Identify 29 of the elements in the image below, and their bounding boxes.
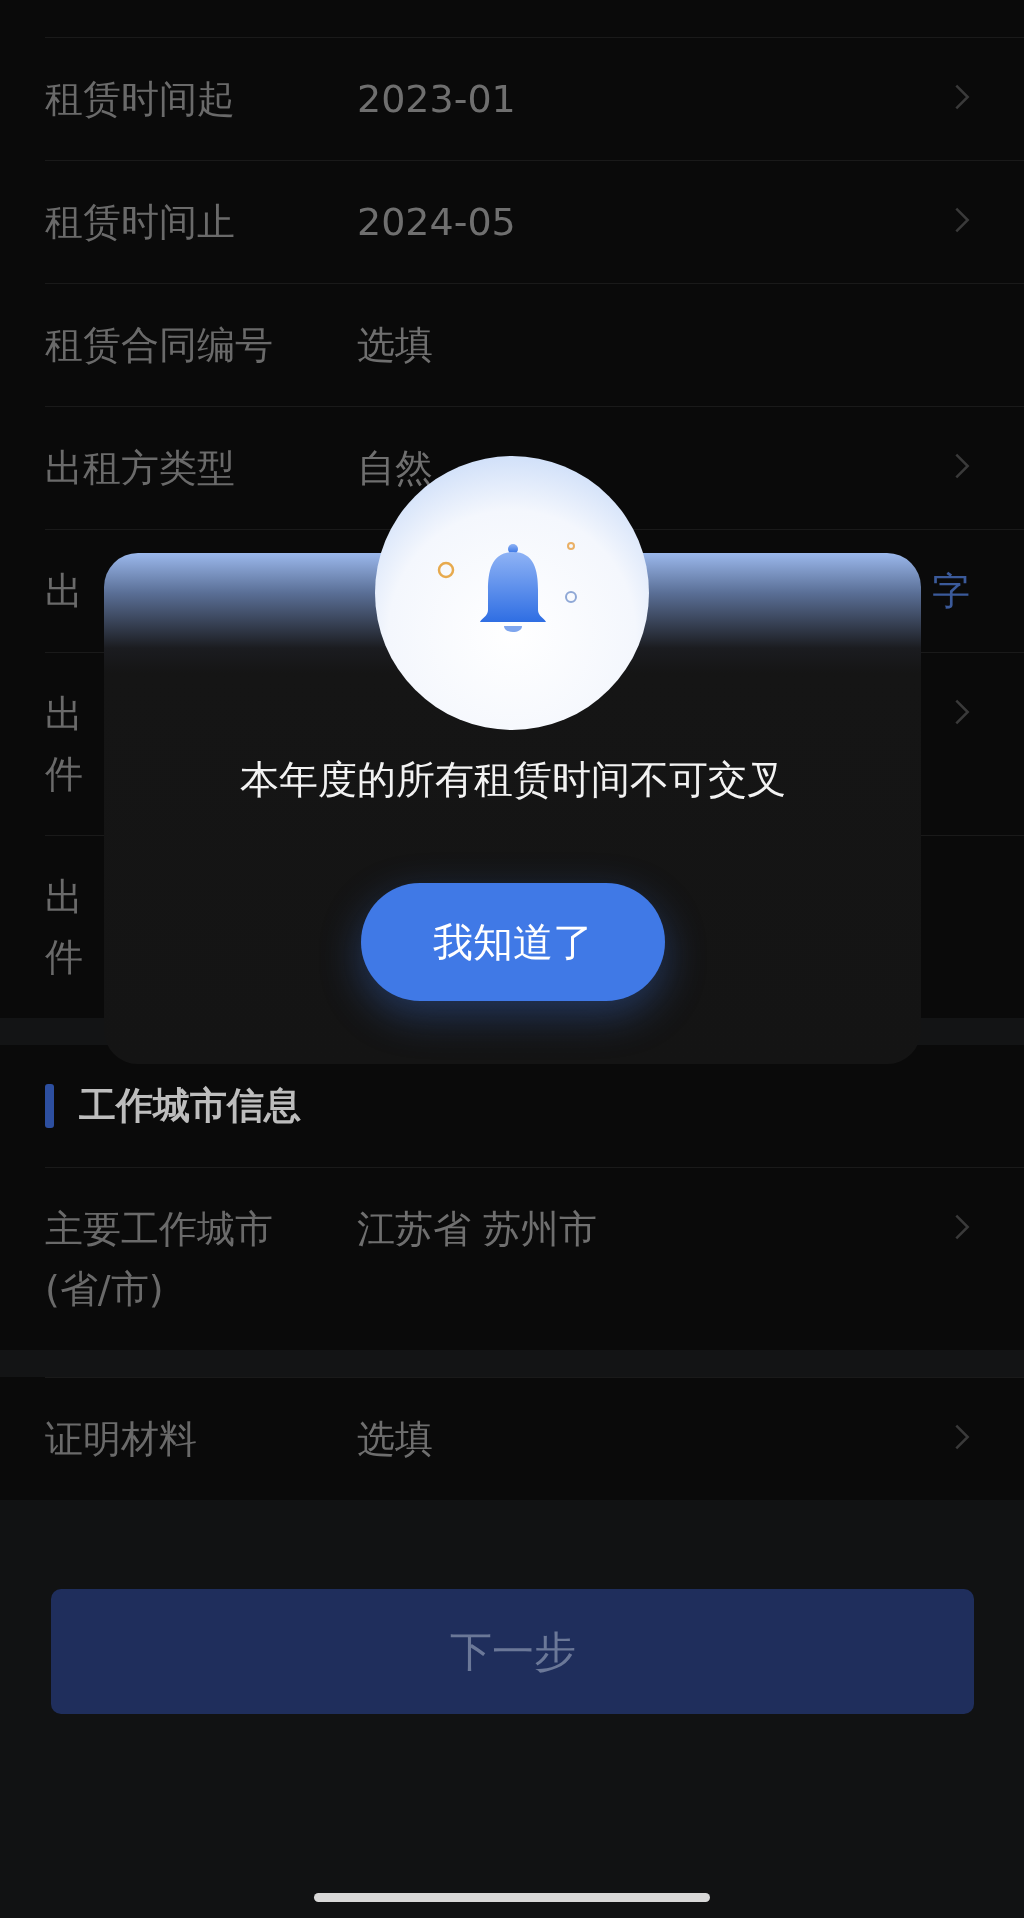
field-value: 江苏省 苏州市 (357, 1206, 598, 1253)
field-label: 租赁时间止 (45, 199, 235, 246)
section-title: 工作城市信息 (79, 1083, 301, 1129)
form-row[interactable]: 租赁合同编号 选填 (45, 283, 1024, 406)
form-row[interactable]: 租赁时间止 2024-05 (45, 160, 1024, 283)
field-value: 2024-05 (357, 199, 516, 246)
dialog-message: 本年度的所有租赁时间不可交叉 (239, 756, 786, 804)
field-label: 证明材料 (45, 1416, 197, 1463)
link-text[interactable]: 字 (932, 561, 970, 621)
field-label: 出租方类型 (45, 445, 235, 492)
field-value: 2023-01 (357, 76, 516, 123)
field-label: 件 (45, 751, 83, 798)
field-label: (省/市) (45, 1266, 164, 1313)
field-value: 自然 (357, 445, 433, 492)
field-label: 主要工作城市 (45, 1206, 273, 1253)
field-label: 件 (45, 934, 83, 981)
field-value: 选填 (357, 1416, 433, 1463)
form-row[interactable]: 租赁时间起 2023-01 (45, 37, 1024, 160)
section-accent-bar (45, 1084, 54, 1128)
field-label: 出 (45, 691, 83, 738)
next-step-button[interactable]: 下一步 (51, 1589, 974, 1714)
field-label: 出 (45, 874, 83, 921)
field-value: 选填 (357, 322, 433, 369)
form-row[interactable]: 证明材料 选填 (45, 1377, 1024, 1500)
acknowledge-button[interactable]: 我知道了 (360, 883, 665, 1001)
field-label: 租赁合同编号 (45, 322, 273, 369)
home-indicator[interactable] (314, 1893, 710, 1902)
field-label: 租赁时间起 (45, 76, 235, 123)
field-label: 出 (45, 568, 83, 615)
